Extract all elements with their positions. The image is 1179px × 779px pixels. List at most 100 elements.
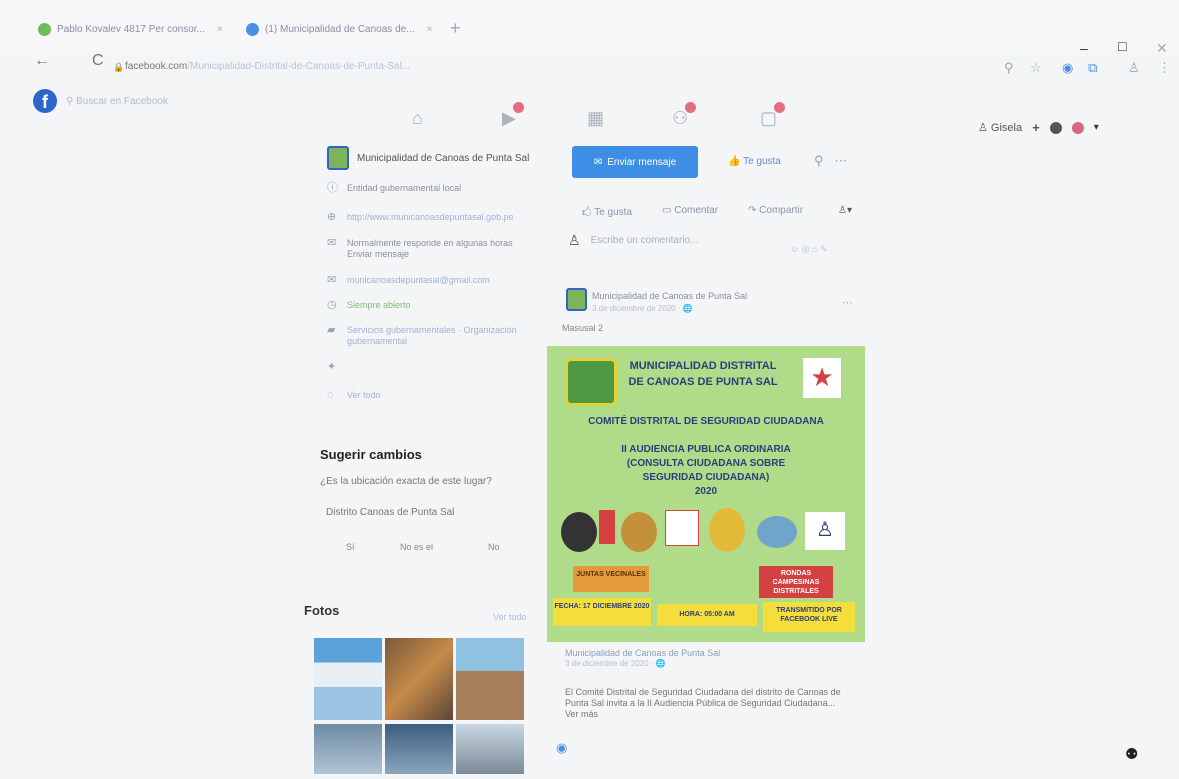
reload-button[interactable]: C — [92, 52, 104, 70]
info-messenger[interactable]: ✉ Normalmente responde en algunas horas E… — [327, 238, 532, 260]
extension-icon[interactable]: ◉ — [1062, 60, 1073, 76]
photo-thumbnail[interactable] — [314, 638, 382, 720]
search-icon[interactable]: ⚲ — [814, 153, 824, 168]
post-image-poster[interactable]: MUNICIPALIDAD DISTRITAL DE CANOAS DE PUN… — [547, 346, 865, 642]
more-options-icon[interactable]: ⋯ — [834, 153, 847, 168]
info-link[interactable]: http://www.municanoasdepuntasal.gob.pe — [347, 212, 514, 223]
extension-puzzle-icon[interactable]: ⧉ — [1088, 60, 1097, 76]
search-icon: ⚲ — [66, 96, 77, 107]
info-link[interactable]: Servicios gubernamentales · Organización… — [347, 325, 532, 347]
poster-heading1: II AUDIENCIA PUBLICA ORDINARIA — [621, 444, 791, 455]
post-author[interactable]: Municipalidad de Canoas de Punta Sal — [592, 291, 747, 301]
post-text: Masusal 2 — [562, 323, 604, 333]
facebook-search-input[interactable]: ⚲ Buscar en Facebook — [66, 96, 168, 107]
notification-badge — [774, 102, 786, 113]
info-category: ⓘ Entidad gubernamental local — [327, 183, 532, 194]
photo-thumbnail[interactable] — [456, 638, 524, 720]
photo-thumbnail[interactable] — [456, 724, 524, 774]
new-tab-button[interactable]: + — [450, 18, 461, 39]
browser-tab-1[interactable]: Pablo Kovalev 4817 Per consor... × — [38, 18, 228, 40]
info-link[interactable]: Ver todo — [347, 390, 381, 401]
facebook-logo[interactable]: f — [33, 89, 57, 113]
gold-medal-logo-icon — [709, 508, 745, 552]
close-tab-icon[interactable]: × — [217, 24, 223, 35]
info-twitter[interactable]: ✦ — [327, 362, 532, 373]
photo-thumbnail[interactable] — [314, 724, 382, 774]
poster-committee: COMITÉ DISTRITAL DE SEGURIDAD CIUDADANA — [588, 416, 824, 427]
chat-people-icon[interactable]: ⚉ — [1125, 745, 1138, 763]
suggest-unsure-button[interactable]: No es el — [400, 542, 433, 552]
caption-author[interactable]: Municipalidad de Canoas de Punta Sal — [565, 648, 720, 658]
marketplace-icon[interactable]: ▦ — [587, 108, 604, 129]
account-icon[interactable]: ♙ — [1128, 60, 1140, 76]
url-path: /Municipalidad-Distrital-de-Canoas-de-Pu… — [187, 61, 411, 72]
post-avatar[interactable] — [566, 288, 587, 311]
twitter-icon: ✦ — [327, 361, 337, 373]
photo-thumbnail[interactable] — [385, 724, 453, 774]
photos-title: Fotos — [304, 603, 340, 618]
like-page-button[interactable]: 👍 Te gusta — [728, 156, 781, 167]
account-dropdown-icon[interactable]: ▾ — [1094, 122, 1099, 133]
back-button[interactable]: ← — [34, 52, 50, 70]
post-date[interactable]: 3 de diciembre de 2020 · 🌐 — [592, 304, 693, 313]
poster-heading3: SEGURIDAD CIUDADANA) — [642, 472, 770, 483]
link-icon: ⊕ — [327, 211, 337, 223]
share-action-label: Compartir — [759, 205, 804, 216]
info-link[interactable]: municanoasdepuntasal@gmail.com — [347, 275, 490, 286]
page-name[interactable]: Municipalidad de Canoas de Punta Sal — [357, 153, 529, 164]
share-icon: ↷ — [748, 205, 760, 216]
folder-icon: ▰ — [327, 324, 336, 336]
lock-icon: 🔒 — [113, 62, 125, 72]
thumbs-up-icon: 👍 — [728, 156, 744, 167]
bookmark-star-icon[interactable]: ☆ — [1030, 60, 1042, 76]
avatar[interactable]: ♙ Gisela — [978, 121, 1022, 134]
comment-composer[interactable]: ♙ Escribe un comentario... — [568, 232, 698, 249]
info-email[interactable]: ✉ municanoasdepuntasal@gmail.com — [327, 275, 532, 286]
info-category-links[interactable]: ▰ Servicios gubernamentales · Organizació… — [327, 325, 532, 347]
minimize-button[interactable]: – — [1080, 40, 1088, 56]
suggest-no-button[interactable]: No — [488, 542, 500, 552]
info-hours: ◷ Siempre abierto — [327, 300, 532, 311]
like-action[interactable]: 🖒 Te gusta — [582, 205, 632, 222]
close-tab-icon[interactable]: × — [427, 24, 433, 35]
like-label: Te gusta — [743, 156, 781, 167]
caption-date[interactable]: 3 de diciembre de 2020 · 🌐 — [565, 659, 666, 668]
gaming-icon[interactable]: ▢ — [760, 102, 786, 129]
watch-icon[interactable]: ▶ — [502, 102, 524, 129]
browser-tab-2[interactable]: (1) Municipalidad de Canoas de... × — [246, 18, 436, 40]
messenger-icon: ✉ — [327, 237, 337, 249]
home-icon[interactable]: ⌂ — [412, 108, 423, 129]
composer-emoji-icons[interactable]: ☺ ◎ ⌂ ✎ — [790, 244, 828, 255]
menu-icon[interactable]: ⋮ — [1158, 60, 1171, 76]
notifications-icon[interactable] — [1071, 121, 1084, 134]
page-more-buttons[interactable]: ⚲ ⋯ — [814, 153, 847, 169]
star-logo-icon: ★ — [803, 358, 841, 398]
suggest-yes-button[interactable]: Sí — [346, 542, 355, 552]
messenger-icon[interactable] — [1049, 121, 1062, 134]
post-options-icon[interactable]: ⋯ — [842, 296, 853, 309]
tab-favicon-icon — [246, 22, 259, 36]
post-as-selector[interactable]: ♙▾ — [838, 205, 852, 216]
reaction-icon[interactable]: ◉ — [556, 740, 567, 756]
suggest-place: Distrito Canoas de Punta Sal — [326, 507, 455, 518]
comment-action[interactable]: ▭ Comentar — [662, 205, 718, 216]
photo-thumbnail[interactable] — [385, 638, 453, 720]
photos-see-all-link[interactable]: Ver todo — [493, 612, 527, 622]
address-bar-url[interactable]: facebook.com/Municipalidad-Distrital-de-… — [125, 61, 410, 72]
comment-input[interactable]: Escribe un comentario... — [591, 235, 699, 246]
info-website[interactable]: ⊕ http://www.municanoasdepuntasal.gob.pe — [327, 212, 532, 223]
page-identity: Municipalidad de Canoas de Punta Sal — [327, 146, 529, 170]
create-button[interactable]: + — [1032, 120, 1040, 135]
messenger-icon: ✉ — [593, 156, 603, 168]
share-action[interactable]: ↷ Compartir — [748, 205, 803, 216]
clock-icon: ◷ — [327, 299, 337, 311]
maximize-button[interactable]: □ — [1118, 38, 1126, 54]
groups-icon[interactable]: ⚇ — [672, 102, 697, 129]
key-icon[interactable]: ⚲ — [1004, 60, 1014, 76]
globe-logo-icon — [757, 516, 797, 548]
chevron-down-icon: ▾ — [846, 205, 852, 216]
close-window-button[interactable]: ✕ — [1156, 40, 1168, 57]
send-message-button[interactable]: ✉ Enviar mensaje — [572, 146, 698, 178]
person-logo-icon: ♙ — [805, 512, 845, 550]
info-see-all[interactable]: ◌ Ver todo — [327, 390, 532, 401]
